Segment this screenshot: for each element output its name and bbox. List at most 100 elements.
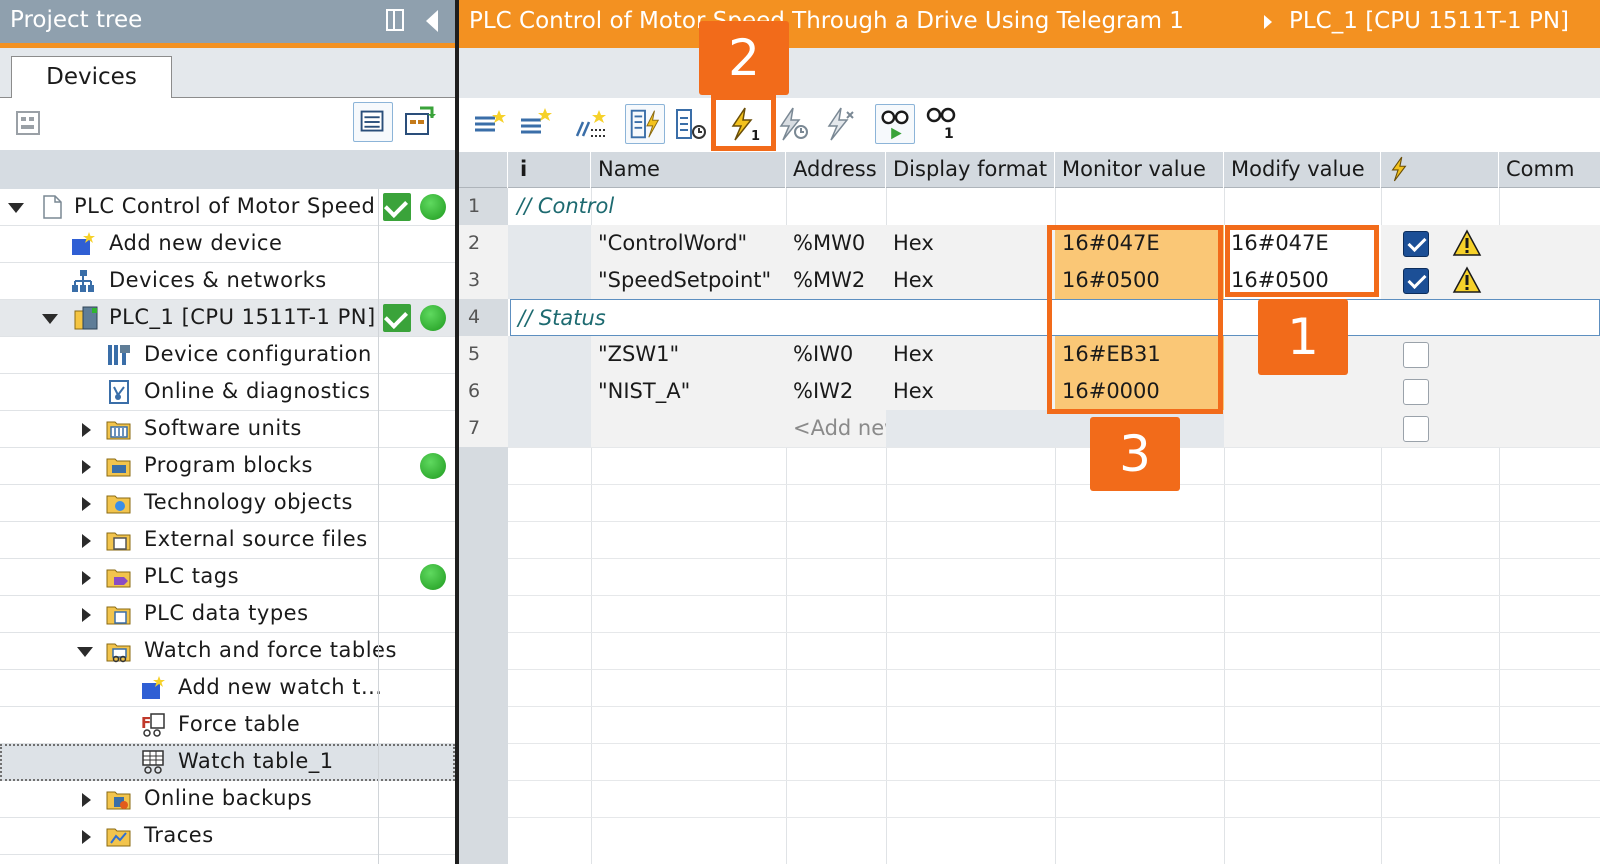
- network-icon: [70, 268, 96, 294]
- monitor-all-icon[interactable]: [625, 104, 665, 144]
- tree-item-devices-networks[interactable]: Devices & networks: [0, 263, 455, 300]
- modify-value-cell[interactable]: [1224, 373, 1381, 410]
- force-icon[interactable]: [819, 104, 859, 144]
- modify-checkbox[interactable]: [1403, 268, 1429, 294]
- table-row[interactable]: 5 "ZSW1" %IW0 Hex 16#EB31: [459, 336, 1600, 373]
- address-cell[interactable]: %MW2: [786, 262, 886, 299]
- force-table-icon: F: [140, 712, 166, 738]
- monitor-once-icon[interactable]: 1: [922, 104, 962, 144]
- tree-item-watch-force-tables[interactable]: Watch and force tables: [0, 633, 455, 670]
- tree-label: Add new device: [109, 231, 283, 255]
- address-cell[interactable]: %IW0: [786, 336, 886, 373]
- highlight-monitor-values: [1047, 225, 1223, 414]
- expand-arrow-icon[interactable]: [82, 460, 91, 474]
- expand-arrow-icon[interactable]: [82, 534, 91, 548]
- tree-item-technology-objects[interactable]: Technology objects: [0, 485, 455, 522]
- tag-name-cell[interactable]: "SpeedSetpoint": [591, 262, 786, 299]
- tree-tabs: Devices: [0, 48, 455, 99]
- tree-item-software-units[interactable]: Software units: [0, 411, 455, 448]
- insert-row-icon[interactable]: [469, 104, 509, 144]
- tree-item-program-blocks[interactable]: Program blocks: [0, 448, 455, 485]
- col-header-monitor-value[interactable]: Monitor value: [1055, 152, 1224, 188]
- add-new-cell[interactable]: <Add new>: [786, 410, 886, 447]
- preview-icon[interactable]: [571, 104, 611, 144]
- tree-item-plc-data-types[interactable]: PLC data types: [0, 596, 455, 633]
- tree-item-traces[interactable]: Traces: [0, 818, 455, 855]
- table-row[interactable]: 6 "NIST_A" %IW2 Hex 16#0000: [459, 373, 1600, 410]
- modify-trigger-icon[interactable]: [773, 104, 813, 144]
- tab-devices[interactable]: Devices: [11, 56, 172, 99]
- add-row-icon[interactable]: [515, 104, 555, 144]
- warning-icon: [1452, 229, 1482, 257]
- address-cell[interactable]: %IW2: [786, 373, 886, 410]
- tag-name-cell[interactable]: "NIST_A": [591, 373, 786, 410]
- network-view-icon[interactable]: [13, 108, 43, 138]
- tree-label: Online backups: [144, 786, 313, 810]
- row-number[interactable]: 3: [459, 262, 508, 299]
- tree-item-external-source-files[interactable]: External source files: [0, 522, 455, 559]
- tree-item-add-new-watch-table[interactable]: Add new watch t...: [0, 670, 455, 707]
- expand-arrow-icon[interactable]: [82, 830, 91, 844]
- display-format-cell[interactable]: Hex: [886, 262, 1055, 299]
- tree-label: PLC Control of Motor Speed ...: [74, 194, 405, 218]
- tree-item-plc-1[interactable]: PLC_1 [CPU 1511T-1 PN]: [0, 300, 455, 337]
- modify-checkbox[interactable]: [1403, 342, 1429, 368]
- pin-pane-icon[interactable]: [386, 9, 404, 31]
- collapse-pane-icon[interactable]: [426, 10, 438, 32]
- row-number[interactable]: 6: [459, 373, 508, 410]
- col-header-display-format[interactable]: Display format: [886, 152, 1055, 188]
- consistent-check-icon: [383, 193, 411, 221]
- collapse-arrow-icon[interactable]: [42, 314, 58, 324]
- col-header-address[interactable]: Address: [786, 152, 886, 188]
- export-icon[interactable]: [402, 104, 438, 140]
- collapse-arrow-icon[interactable]: [77, 647, 93, 657]
- col-header-info[interactable]: i: [508, 152, 591, 188]
- col-header-name[interactable]: Name: [591, 152, 786, 188]
- table-row[interactable]: 3 "SpeedSetpoint" %MW2 Hex 16#0500 16#05…: [459, 262, 1600, 299]
- collapse-arrow-icon[interactable]: [8, 203, 24, 213]
- row-number[interactable]: 1: [459, 188, 508, 225]
- tree-item-online-diagnostics[interactable]: Online & diagnostics: [0, 374, 455, 411]
- tree-item-watch-table-1[interactable]: Watch table_1: [0, 744, 455, 781]
- expand-arrow-icon[interactable]: [82, 497, 91, 511]
- monitor-now-icon[interactable]: [671, 104, 711, 144]
- tree-item-add-new-device[interactable]: Add new device: [0, 226, 455, 263]
- expand-arrow-icon[interactable]: [82, 793, 91, 807]
- detail-view-icon[interactable]: [353, 102, 393, 142]
- folder-icon: [106, 601, 132, 627]
- breadcrumb-project[interactable]: PLC Control of Motor Speed Through a Dri…: [469, 8, 1184, 34]
- row-number[interactable]: 4: [459, 299, 508, 336]
- tree-item-online-backups[interactable]: Online backups: [0, 781, 455, 818]
- breadcrumb-plc[interactable]: PLC_1 [CPU 1511T-1 PN]: [1289, 8, 1569, 34]
- table-row-comment-control[interactable]: 1 // Control: [459, 188, 1600, 225]
- address-cell[interactable]: %MW0: [786, 225, 886, 262]
- tag-name-cell[interactable]: "ControlWord": [591, 225, 786, 262]
- tree-item-device-configuration[interactable]: Device configuration: [0, 337, 455, 374]
- expand-arrow-icon[interactable]: [82, 423, 91, 437]
- expand-arrow-icon[interactable]: [82, 571, 91, 585]
- row-number[interactable]: 7: [459, 410, 508, 447]
- tree-item-plc-tags[interactable]: PLC tags: [0, 559, 455, 596]
- tag-name-cell[interactable]: "ZSW1": [591, 336, 786, 373]
- table-row-comment-status[interactable]: 4 // Status: [459, 299, 1600, 336]
- col-header-comment[interactable]: Comm: [1499, 152, 1600, 188]
- display-format-cell[interactable]: Hex: [886, 225, 1055, 262]
- show-monitor-icon[interactable]: [875, 104, 915, 144]
- col-header-modify-value[interactable]: Modify value: [1224, 152, 1381, 188]
- tree-item-project[interactable]: PLC Control of Motor Speed ...: [0, 189, 455, 226]
- modify-checkbox[interactable]: [1403, 231, 1429, 257]
- table-row-add-new[interactable]: 7 <Add new>: [459, 410, 1600, 447]
- table-row[interactable]: 2 "ControlWord" %MW0 Hex 16#047E 16#047E: [459, 225, 1600, 262]
- highlight-modify-values: [1225, 225, 1379, 297]
- tree-item-force-table[interactable]: F Force table: [0, 707, 455, 744]
- row-comment[interactable]: // Control: [510, 188, 1600, 225]
- modify-checkbox[interactable]: [1403, 416, 1429, 442]
- col-header-modify-flag[interactable]: [1381, 152, 1499, 188]
- display-format-cell[interactable]: Hex: [886, 336, 1055, 373]
- display-format-cell[interactable]: Hex: [886, 373, 1055, 410]
- row-number[interactable]: 5: [459, 336, 508, 373]
- row-number[interactable]: 2: [459, 225, 508, 262]
- modify-checkbox[interactable]: [1403, 379, 1429, 405]
- tree-label: Watch and force tables: [144, 638, 397, 662]
- expand-arrow-icon[interactable]: [82, 608, 91, 622]
